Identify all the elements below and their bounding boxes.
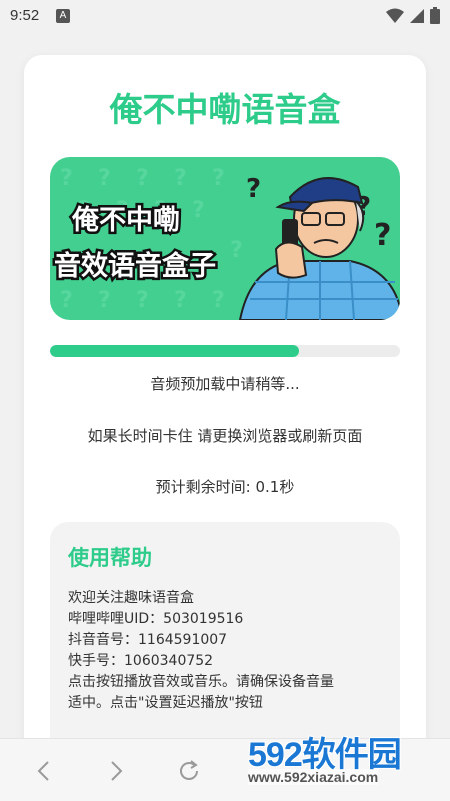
svg-text:?: ? (192, 198, 205, 223)
watermark: 592软件园 www.592xiazai.com (248, 727, 448, 797)
wifi-icon (386, 8, 404, 23)
main-card: 俺不中嘞语音盒 ????? ???? ????? ?? 俺不中嘞 音效语音盒子 … (24, 55, 426, 775)
status-icons (386, 7, 440, 24)
svg-text:?: ? (174, 166, 187, 191)
help-line: 点击按钮播放音效或音乐。请确保设备音量 (68, 674, 334, 690)
loading-progress-bar (50, 345, 400, 357)
svg-text:?: ? (212, 288, 225, 313)
reload-icon[interactable] (175, 757, 203, 785)
remaining-time: 预计剩余时间: 0.1秒 (155, 478, 295, 496)
help-text: 欢迎关注趣味语音盒 哔哩哔哩UID：503019516 抖音音号：1164591… (68, 588, 388, 714)
status-time: 9:52 (10, 7, 40, 24)
banner-line-2: 音效语音盒子 (54, 250, 216, 282)
forward-icon[interactable] (102, 757, 130, 785)
notification-icon: A (56, 9, 70, 23)
svg-text:?: ? (174, 288, 187, 313)
banner-line-1: 俺不中嘞 (71, 205, 180, 236)
svg-text:?: ? (60, 166, 73, 191)
status-bar: 9:52 A (0, 0, 450, 32)
stuck-hint: 如果长时间卡住 请更换浏览器或刷新页面 (87, 427, 363, 445)
svg-text:?: ? (136, 288, 149, 313)
signal-icon (410, 8, 424, 23)
svg-text:?: ? (98, 288, 111, 313)
svg-text:?: ? (374, 218, 391, 253)
svg-text:?: ? (98, 166, 111, 191)
loading-text: 音频预加载中请稍等... (150, 375, 300, 393)
svg-text:?: ? (246, 174, 261, 204)
svg-text:?: ? (230, 238, 243, 263)
help-line: 抖音音号：1164591007 (68, 632, 228, 648)
banner-art: ????? ???? ????? ?? 俺不中嘞 音效语音盒子 ? ? ? (52, 166, 400, 320)
help-line: 快手号：1060340752 (68, 653, 214, 669)
battery-icon (430, 7, 440, 24)
svg-text:?: ? (212, 166, 225, 191)
progress-fill (50, 345, 299, 357)
svg-text:?: ? (136, 166, 149, 191)
help-line: 适中。点击"设置延迟播放"按钮 (68, 695, 263, 711)
banner-image: ????? ???? ????? ?? 俺不中嘞 音效语音盒子 ? ? ? (50, 157, 400, 320)
watermark-url: www.592xiazai.com (248, 769, 379, 785)
help-line: 哔哩哔哩UID：503019516 (68, 611, 244, 627)
svg-text:?: ? (60, 288, 73, 313)
help-line: 欢迎关注趣味语音盒 (68, 590, 194, 606)
help-title: 使用帮助 (68, 546, 152, 570)
back-icon[interactable] (30, 757, 58, 785)
page-title: 俺不中嘞语音盒 (109, 90, 341, 129)
